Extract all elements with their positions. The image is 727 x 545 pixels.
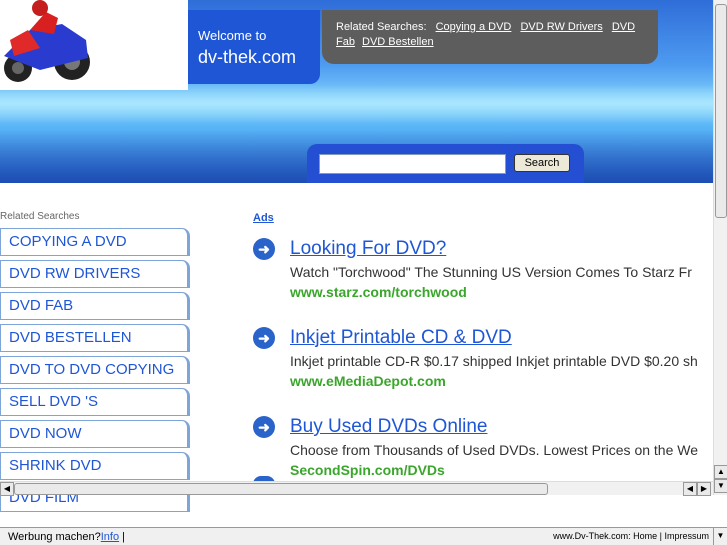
advertise-label: Werbung machen? bbox=[8, 531, 101, 543]
ad-description: Choose from Thousands of Used DVDs. Lowe… bbox=[290, 442, 699, 458]
ad-title-link[interactable]: Buy Used DVDs Online bbox=[290, 416, 487, 438]
search-button[interactable]: Search bbox=[514, 154, 570, 172]
scroll-right-icon[interactable]: ▶ bbox=[697, 482, 711, 496]
left-item-dvd-bestellen[interactable]: DVD BESTELLEN bbox=[0, 324, 190, 352]
scroll-left-icon[interactable]: ◀ bbox=[0, 482, 14, 496]
arrow-right-icon[interactable]: ➜ bbox=[253, 416, 275, 438]
motorbike-logo-image bbox=[0, 0, 188, 90]
scroll-down-icon[interactable]: ▼ bbox=[714, 479, 727, 493]
ad-description: Watch "Torchwood" The Stunning US Versio… bbox=[290, 264, 692, 280]
welcome-text: Welcome to bbox=[198, 28, 267, 43]
info-link[interactable]: Info bbox=[101, 531, 119, 543]
impressum-link[interactable]: Impressum bbox=[664, 531, 709, 541]
vertical-scrollbar[interactable]: ▲ ▼ bbox=[713, 0, 727, 495]
scroll-up-icon[interactable]: ▲ bbox=[714, 465, 727, 479]
left-item-sell-dvds[interactable]: SELL DVD 'S bbox=[0, 388, 190, 416]
search-box: Search bbox=[307, 144, 584, 183]
left-item-copying-a-dvd[interactable]: COPYING A DVD bbox=[0, 228, 190, 256]
ad-url-link[interactable]: www.starz.com/torchwood bbox=[290, 284, 467, 300]
chevron-down-icon[interactable]: ▼ bbox=[713, 528, 727, 545]
footer-links: www.Dv-Thek.com: Home | Impressum bbox=[553, 531, 709, 541]
horizontal-scrollbar[interactable]: ◀ ◀ ▶ bbox=[0, 481, 713, 496]
ad-url-link[interactable]: www.eMediaDepot.com bbox=[290, 373, 446, 389]
left-item-dvd-rw-drivers[interactable]: DVD RW DRIVERS bbox=[0, 260, 190, 288]
ad-title-link[interactable]: Looking For DVD? bbox=[290, 238, 446, 260]
home-link[interactable]: Home bbox=[633, 531, 657, 541]
related-link-dvd-rw-drivers[interactable]: DVD RW Drivers bbox=[520, 21, 602, 33]
related-searches-list: Related Searches COPYING A DVD DVD RW DR… bbox=[0, 211, 190, 516]
related-searches-box: Related Searches: Copying a DVD DVD RW D… bbox=[322, 10, 658, 64]
vertical-scroll-thumb[interactable] bbox=[715, 4, 727, 218]
horizontal-scroll-thumb[interactable] bbox=[14, 483, 548, 495]
search-input[interactable] bbox=[319, 154, 506, 174]
scroll-left-icon[interactable]: ◀ bbox=[683, 482, 697, 496]
arrow-right-icon[interactable]: ➜ bbox=[253, 327, 275, 349]
left-item-shrink-dvd[interactable]: SHRINK DVD bbox=[0, 452, 190, 480]
related-link-dvd-bestellen[interactable]: DVD Bestellen bbox=[362, 36, 434, 48]
arrow-right-icon[interactable]: ➜ bbox=[253, 238, 275, 260]
advertise-text: Werbung machen?Info | bbox=[8, 531, 126, 543]
ad-url-link[interactable]: SecondSpin.com/DVDs bbox=[290, 462, 445, 478]
left-item-dvd-to-dvd-copying[interactable]: DVD TO DVD COPYING bbox=[0, 356, 190, 384]
footer-site-name: www.Dv-Thek.com: bbox=[553, 531, 631, 541]
ad-description: Inkjet printable CD-R $0.17 shipped Inkj… bbox=[290, 353, 698, 369]
site-name: dv-thek.com bbox=[198, 47, 297, 67]
header-banner: Welcome to dv-thek.com Related Searches:… bbox=[0, 0, 713, 183]
welcome-box: Welcome to dv-thek.com bbox=[188, 10, 320, 84]
ad-title-link[interactable]: Inkjet Printable CD & DVD bbox=[290, 327, 512, 349]
left-item-dvd-now[interactable]: DVD NOW bbox=[0, 420, 190, 448]
related-searches-label: Related Searches: bbox=[336, 21, 427, 33]
left-item-dvd-fab[interactable]: DVD FAB bbox=[0, 292, 190, 320]
related-link-copying-a-dvd[interactable]: Copying a DVD bbox=[436, 21, 512, 33]
ads-label[interactable]: Ads bbox=[253, 212, 274, 224]
related-searches-heading: Related Searches bbox=[0, 211, 80, 222]
status-bar: Werbung machen?Info | www.Dv-Thek.com: H… bbox=[0, 527, 727, 545]
